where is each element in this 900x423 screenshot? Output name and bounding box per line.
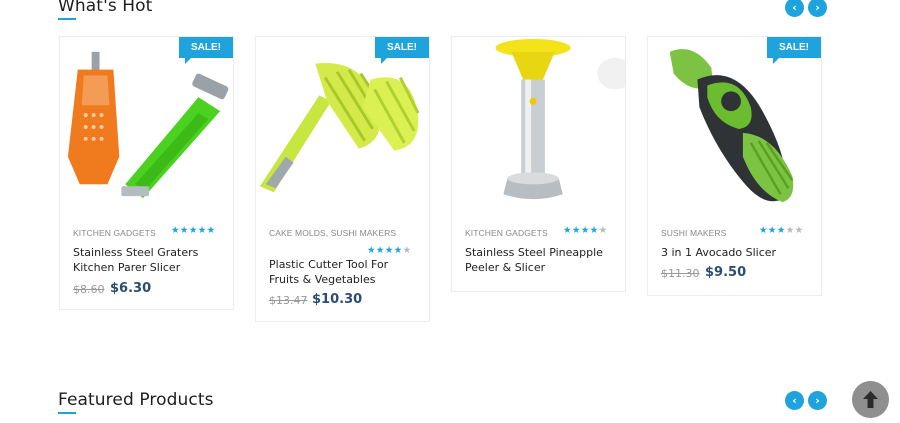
star-empty-icon: ★★ bbox=[785, 225, 804, 236]
old-price: $8.60 bbox=[73, 283, 105, 296]
old-price: $11.30 bbox=[661, 267, 700, 280]
product-name[interactable]: 3 in 1 Avocado Slicer bbox=[661, 245, 811, 260]
sale-badge: SALE! bbox=[375, 37, 429, 64]
pineapple-corer-icon[interactable] bbox=[452, 37, 625, 211]
product-category[interactable]: KITCHEN GADGETS bbox=[465, 228, 548, 238]
chevron-left-icon: ‹ bbox=[792, 394, 797, 407]
star-icon: ★★★★ bbox=[367, 245, 403, 256]
featured-prev-button[interactable]: ‹ bbox=[785, 391, 804, 410]
product-category[interactable]: KITCHEN GADGETS bbox=[73, 228, 156, 238]
star-icon: ★★★★ bbox=[563, 225, 599, 236]
star-icon: ★★★★★ bbox=[171, 225, 216, 236]
whats-hot-underline bbox=[58, 18, 76, 20]
product-name[interactable]: Plastic Cutter Tool For Fruits & Vegetab… bbox=[269, 257, 419, 287]
chevron-right-icon: › bbox=[815, 1, 820, 14]
featured-next-button[interactable]: › bbox=[808, 391, 827, 410]
old-price: $13.47 bbox=[269, 294, 308, 307]
arrow-up-icon bbox=[863, 391, 878, 408]
sale-badge: SALE! bbox=[179, 37, 233, 64]
product-category[interactable]: CAKE MOLDS, SUSHI MAKERS bbox=[269, 228, 396, 238]
product-name[interactable]: Stainless Steel Pineapple Peeler & Slice… bbox=[465, 245, 615, 275]
rating-stars: ★★★★★ bbox=[367, 245, 412, 256]
featured-products-title: Featured Products bbox=[58, 390, 214, 410]
product-category[interactable]: SUSHI MAKERS bbox=[661, 228, 726, 238]
product-card[interactable]: SALE! KITCHEN GADGETS ★★★★★ Stainless St… bbox=[59, 36, 234, 310]
fruit-slicer-tongs-icon[interactable] bbox=[256, 37, 429, 211]
whats-hot-prev-button[interactable]: ‹ bbox=[785, 0, 804, 17]
chevron-right-icon: › bbox=[815, 394, 820, 407]
star-icon: ★★★ bbox=[759, 225, 786, 236]
chevron-left-icon: ‹ bbox=[792, 1, 797, 14]
avocado-slicer-icon[interactable] bbox=[648, 37, 821, 211]
product-name[interactable]: Stainless Steel Graters Kitchen Parer Sl… bbox=[73, 245, 223, 275]
current-price: $6.30 bbox=[110, 281, 152, 296]
rating-stars: ★★★★★ bbox=[759, 225, 804, 236]
current-price: $9.50 bbox=[705, 265, 747, 280]
whats-hot-title: What's Hot bbox=[58, 0, 153, 16]
featured-products-underline bbox=[58, 412, 76, 414]
peeler-grater-icon[interactable] bbox=[60, 37, 233, 211]
rating-stars: ★★★★★ bbox=[171, 225, 216, 236]
rating-stars: ★★★★★ bbox=[563, 225, 608, 236]
star-empty-icon: ★ bbox=[598, 225, 608, 236]
scroll-to-top-button[interactable] bbox=[852, 381, 889, 418]
product-card[interactable]: SALE! SUSHI MAKERS ★★★★★ 3 in 1 Avocado … bbox=[647, 36, 822, 296]
product-card[interactable]: SALE! CAKE MOLDS, SUSHI MAKERS ★★★★★ Pla… bbox=[255, 36, 430, 322]
sale-badge: SALE! bbox=[767, 37, 821, 64]
current-price: $10.30 bbox=[312, 292, 363, 307]
whats-hot-next-button[interactable]: › bbox=[808, 0, 827, 17]
star-empty-icon: ★ bbox=[402, 245, 412, 256]
product-card[interactable]: KITCHEN GADGETS ★★★★★ Stainless Steel Pi… bbox=[451, 36, 626, 292]
